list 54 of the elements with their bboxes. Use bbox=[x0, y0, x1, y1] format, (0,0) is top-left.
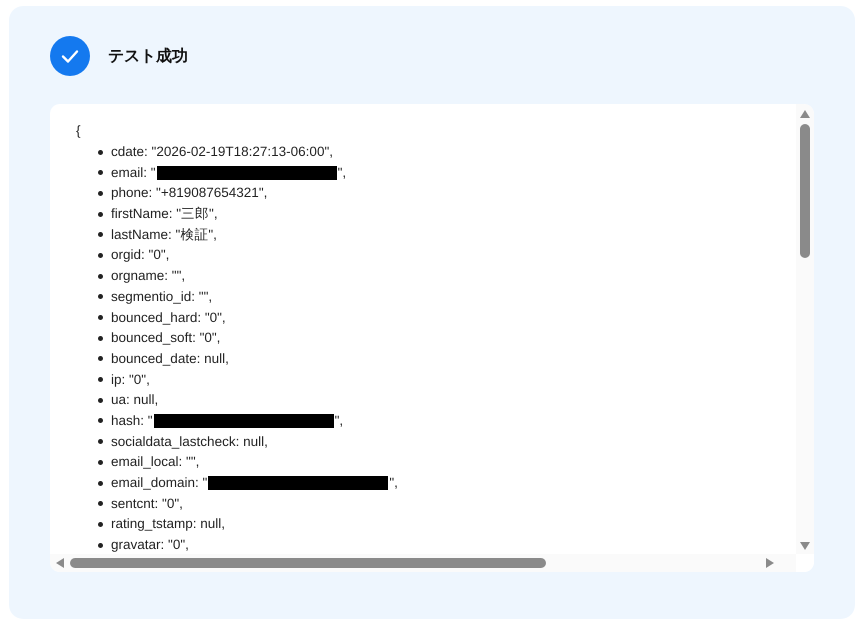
code-text: gravatar: "0", bbox=[111, 537, 189, 554]
bullet-icon bbox=[98, 150, 103, 155]
bullet-icon bbox=[98, 522, 103, 527]
code-text: bounced_soft: "0", bbox=[111, 330, 220, 346]
code-text: sentcnt: "0", bbox=[111, 496, 183, 512]
bullet-icon bbox=[98, 356, 103, 362]
bullet-icon bbox=[98, 274, 103, 279]
code-text: ip: "0", bbox=[111, 372, 150, 388]
code-text: email_domain: " bbox=[111, 475, 208, 492]
scrollbar-thumb[interactable] bbox=[70, 558, 546, 568]
code-text: orgid: "0", bbox=[111, 247, 170, 264]
code-text: lastName: "検証", bbox=[111, 226, 217, 243]
vertical-scrollbar[interactable] bbox=[796, 104, 814, 554]
left-arrow-icon[interactable] bbox=[56, 558, 64, 568]
bullet-icon bbox=[98, 170, 103, 176]
bullet-icon bbox=[98, 501, 103, 506]
code-text: cdate: "2026-02-19T18:27:13-06:00", bbox=[111, 144, 333, 160]
bullet-icon bbox=[98, 418, 103, 424]
bullet-icon bbox=[98, 377, 103, 382]
result-title: テスト成功 bbox=[108, 46, 188, 66]
bullet-icon bbox=[98, 232, 103, 238]
code-text: { bbox=[76, 122, 82, 140]
code-text: bounced_date: null, bbox=[111, 350, 229, 367]
code-text: ", bbox=[338, 164, 346, 181]
up-arrow-icon[interactable] bbox=[800, 110, 810, 118]
bullet-icon bbox=[98, 480, 103, 486]
code-text: firstName: "三郎", bbox=[111, 206, 218, 222]
down-arrow-icon[interactable] bbox=[800, 542, 810, 550]
code-text: phone: "+819087654321", bbox=[111, 185, 268, 202]
bullet-icon bbox=[98, 212, 103, 217]
code-text: bounced_hard: "0", bbox=[111, 310, 226, 326]
bullet-icon bbox=[98, 542, 103, 548]
code-text: ", bbox=[389, 475, 398, 492]
horizontal-scrollbar[interactable] bbox=[50, 554, 796, 572]
code-text: ", bbox=[334, 412, 344, 429]
code-text: orgname: "", bbox=[111, 268, 186, 284]
bullet-icon bbox=[98, 315, 103, 320]
bullet-icon bbox=[98, 398, 103, 403]
bullet-icon bbox=[98, 336, 103, 341]
code-text: ua: null, bbox=[111, 392, 158, 408]
bullet-icon bbox=[98, 252, 103, 258]
bullet-icon bbox=[98, 294, 103, 300]
scrollbar-thumb[interactable] bbox=[800, 124, 810, 258]
code-text: email: " bbox=[111, 164, 156, 181]
checkmark-icon bbox=[50, 36, 90, 76]
code-text: segmentio_id: "", bbox=[111, 288, 212, 305]
code-text: hash: " bbox=[111, 412, 153, 429]
code-text: socialdata_lastcheck: null, bbox=[111, 434, 268, 450]
right-arrow-icon[interactable] bbox=[766, 558, 774, 568]
code-text: email_local: "", bbox=[111, 454, 200, 470]
bullet-icon bbox=[98, 190, 103, 196]
bullet-icon bbox=[98, 439, 103, 444]
code-text: rating_tstamp: null, bbox=[111, 516, 226, 532]
bullet-icon bbox=[98, 460, 103, 465]
